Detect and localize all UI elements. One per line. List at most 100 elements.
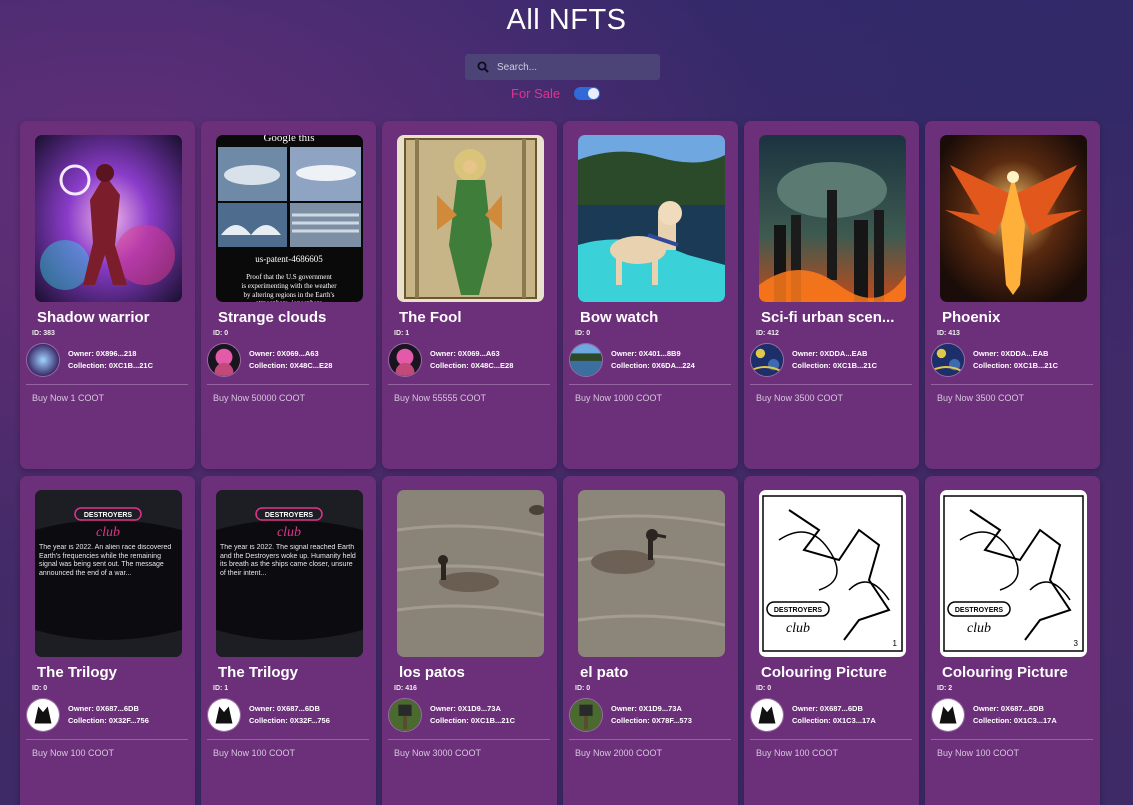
nft-card-6[interactable]: Phoenix ID: 413 Owner: 0XDDA...EAB Colle…: [925, 121, 1100, 469]
owner-address: Owner: 0X401...8B9: [611, 349, 681, 358]
owner-avatar[interactable]: [207, 343, 241, 377]
buy-now-button[interactable]: Buy Now 3500 COOT: [937, 393, 1024, 403]
art-text-caption4: atmosphere, ionosphere: [256, 299, 322, 302]
buy-now-button[interactable]: Buy Now 100 COOT: [213, 748, 295, 758]
nft-name: Strange clouds: [218, 309, 327, 326]
page-title: All NFTS: [506, 4, 627, 36]
buy-now-button[interactable]: Buy Now 100 COOT: [32, 748, 114, 758]
nft-name: el pato: [580, 664, 629, 681]
owner-avatar[interactable]: [750, 343, 784, 377]
art-text-logo2: club: [277, 525, 301, 540]
owner-avatar[interactable]: [26, 698, 60, 732]
collection-address: Collection: 0XC1B...21C: [430, 716, 516, 725]
owner-address: Owner: 0XDDA...EAB: [792, 349, 868, 358]
nft-image[interactable]: DESTROYERS club 3: [940, 490, 1087, 657]
nft-image[interactable]: [759, 135, 906, 302]
nft-image[interactable]: [35, 135, 182, 302]
nft-id: ID: 1: [213, 685, 229, 692]
nft-card-9[interactable]: los patos ID: 416 Owner: 0X1D9...73A Col…: [382, 476, 557, 805]
nft-image[interactable]: [578, 490, 725, 657]
collection-address: Collection: 0XC1B...21C: [68, 361, 154, 370]
nft-card-8[interactable]: DESTROYERS club The year is 2022. The si…: [201, 476, 376, 805]
owner-avatar[interactable]: [569, 698, 603, 732]
card-divider: [26, 384, 188, 385]
nft-image[interactable]: [397, 135, 544, 302]
collection-address: Collection: 0X32F...756: [68, 716, 149, 725]
nft-name: Colouring Picture: [761, 664, 887, 681]
card-divider: [750, 384, 912, 385]
nft-card-11[interactable]: DESTROYERS club 1 Colouring Picture ID: …: [744, 476, 919, 805]
owner-avatar[interactable]: [388, 343, 422, 377]
nft-card-2[interactable]: Google this us-patent-4686605 Proof that…: [201, 121, 376, 469]
owner-avatar[interactable]: [26, 343, 60, 377]
search-bar[interactable]: [465, 54, 660, 80]
art-text-logo2: club: [967, 621, 991, 636]
owner-avatar[interactable]: [750, 698, 784, 732]
owner-avatar[interactable]: [569, 343, 603, 377]
search-input[interactable]: [497, 61, 647, 73]
for-sale-toggle[interactable]: [574, 87, 601, 100]
buy-now-button[interactable]: Buy Now 1 COOT: [32, 393, 104, 403]
buy-now-button[interactable]: Buy Now 50000 COOT: [213, 393, 305, 403]
art-text-caption1: Proof that the U.S government: [246, 273, 332, 281]
owner-address: Owner: 0X1D9...73A: [611, 704, 682, 713]
collection-address: Collection: 0XC1B...21C: [792, 361, 878, 370]
nft-grid: Shadow warrior ID: 383 Owner: 0X896...21…: [20, 121, 1100, 805]
owner-address: Owner: 0X687...6DB: [792, 704, 863, 713]
nft-card-7[interactable]: DESTROYERS club The year is 2022. An ali…: [20, 476, 195, 805]
nft-card-10[interactable]: el pato ID: 0 Owner: 0X1D9...73A Collect…: [563, 476, 738, 805]
nft-id: ID: 0: [213, 330, 229, 337]
collection-address: Collection: 0X1C3...17A: [973, 716, 1057, 725]
art-text-logo1: DESTROYERS: [955, 607, 1004, 614]
nft-image[interactable]: DESTROYERS club 1: [759, 490, 906, 657]
nft-name: The Trilogy: [37, 664, 118, 681]
nft-image[interactable]: DESTROYERS club The year is 2022. The si…: [216, 490, 363, 657]
buy-now-button[interactable]: Buy Now 2000 COOT: [575, 748, 662, 758]
art-text-body: The year is 2022. The signal reached Ear…: [220, 544, 356, 577]
card-divider: [750, 739, 912, 740]
art-text-caption3: by altering regions in the Earth's: [244, 291, 335, 299]
nft-id: ID: 0: [756, 685, 772, 692]
for-sale-filter: For Sale: [511, 86, 601, 101]
collection-address: Collection: 0X48C...E28: [430, 361, 514, 370]
nft-image[interactable]: [397, 490, 544, 657]
card-divider: [931, 384, 1093, 385]
buy-now-button[interactable]: Buy Now 100 COOT: [756, 748, 838, 758]
buy-now-button[interactable]: Buy Now 100 COOT: [937, 748, 1019, 758]
card-divider: [569, 739, 731, 740]
nft-image[interactable]: [578, 135, 725, 302]
nft-card-3[interactable]: The Fool ID: 1 Owner: 0X069...A63 Collec…: [382, 121, 557, 469]
owner-avatar[interactable]: [931, 698, 965, 732]
card-divider: [207, 384, 369, 385]
art-text-page_no: 3: [1074, 639, 1079, 648]
buy-now-button[interactable]: Buy Now 1000 COOT: [575, 393, 662, 403]
nft-image[interactable]: [940, 135, 1087, 302]
nft-id: ID: 2: [937, 685, 953, 692]
art-text-logo2: club: [786, 621, 810, 636]
owner-avatar[interactable]: [931, 343, 965, 377]
nft-card-1[interactable]: Shadow warrior ID: 383 Owner: 0X896...21…: [20, 121, 195, 469]
nft-image[interactable]: Google this us-patent-4686605 Proof that…: [216, 135, 363, 302]
nft-card-4[interactable]: Bow watch ID: 0 Owner: 0X401...8B9 Colle…: [563, 121, 738, 469]
owner-avatar[interactable]: [207, 698, 241, 732]
nft-name: Shadow warrior: [37, 309, 150, 326]
buy-now-button[interactable]: Buy Now 3000 COOT: [394, 748, 481, 758]
art-text-page_no: 1: [893, 639, 898, 648]
nft-name: los patos: [399, 664, 465, 681]
nft-id: ID: 0: [575, 330, 591, 337]
nft-id: ID: 0: [575, 685, 591, 692]
collection-address: Collection: 0X78F...573: [611, 716, 692, 725]
buy-now-button[interactable]: Buy Now 55555 COOT: [394, 393, 486, 403]
nft-name: Phoenix: [942, 309, 1001, 326]
owner-avatar[interactable]: [388, 698, 422, 732]
card-divider: [931, 739, 1093, 740]
art-text-header: Google this: [263, 135, 314, 144]
nft-image[interactable]: DESTROYERS club The year is 2022. An ali…: [35, 490, 182, 657]
nft-card-12[interactable]: DESTROYERS club 3 Colouring Picture ID: …: [925, 476, 1100, 805]
nft-name: Bow watch: [580, 309, 659, 326]
nft-id: ID: 1: [394, 330, 410, 337]
nft-name: The Fool: [399, 309, 462, 326]
buy-now-button[interactable]: Buy Now 3500 COOT: [756, 393, 843, 403]
art-text-patent: us-patent-4686605: [255, 254, 323, 264]
nft-card-5[interactable]: Sci-fi urban scen... ID: 412 Owner: 0XDD…: [744, 121, 919, 469]
